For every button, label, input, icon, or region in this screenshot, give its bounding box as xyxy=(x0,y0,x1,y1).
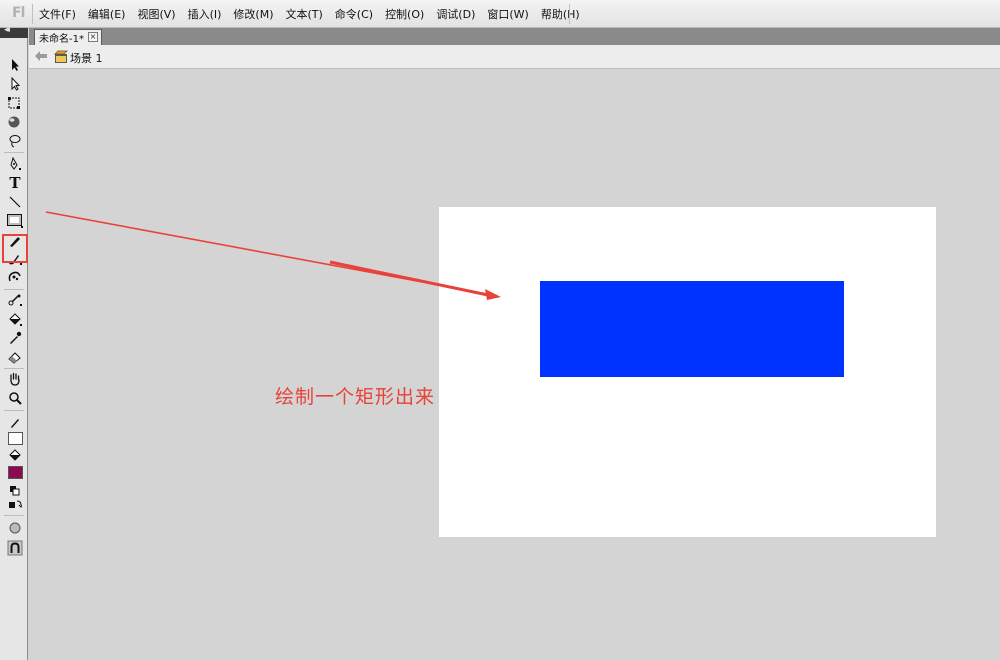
eyedropper-icon xyxy=(10,331,22,344)
close-icon[interactable]: × xyxy=(88,32,98,42)
swap-colors-icon xyxy=(9,500,22,508)
sphere-icon xyxy=(8,116,20,128)
eyedropper-tool[interactable] xyxy=(4,329,26,347)
lasso-tool[interactable] xyxy=(4,132,26,150)
collapse-icon[interactable]: ◂◂ xyxy=(4,25,10,35)
tools-panel: ◂◂ T xyxy=(0,25,28,660)
rectangle-icon xyxy=(7,214,23,228)
hand-tool[interactable] xyxy=(4,370,26,388)
menu-text[interactable]: 文本(T) xyxy=(279,6,328,22)
stroke-color-swatch[interactable] xyxy=(4,429,26,447)
menu-items: 文件(F) 编辑(E) 视图(V) 插入(I) 修改(M) 文本(T) 命令(C… xyxy=(33,0,586,28)
transform-icon xyxy=(8,97,20,109)
free-transform-tool[interactable] xyxy=(4,94,26,112)
snap-to-objects-button[interactable] xyxy=(4,539,26,557)
line-tool[interactable] xyxy=(4,193,26,211)
menu-modify[interactable]: 修改(M) xyxy=(227,6,279,22)
magnifier-icon xyxy=(9,392,22,405)
tool-separator xyxy=(4,152,24,153)
menu-debug[interactable]: 调试(D) xyxy=(430,6,481,22)
eraser-tool[interactable] xyxy=(4,348,26,366)
tools-panel-header[interactable]: ◂◂ xyxy=(0,25,28,38)
selection-tool[interactable] xyxy=(4,56,26,74)
line-icon xyxy=(9,196,21,208)
hollow-arrow-icon xyxy=(11,77,21,91)
fill-color-tool[interactable] xyxy=(4,446,26,464)
hand-icon xyxy=(10,372,20,386)
tool-separator xyxy=(4,368,24,369)
3d-rotation-tool[interactable] xyxy=(4,113,26,131)
pen-tool[interactable] xyxy=(4,155,26,173)
scene-label[interactable]: 场景 1 xyxy=(70,50,103,66)
magnet-icon xyxy=(7,540,23,556)
pen-icon xyxy=(10,156,21,170)
scene-icon xyxy=(54,50,68,63)
selected-tool-highlight xyxy=(2,234,28,263)
subselection-tool[interactable] xyxy=(4,75,26,93)
tool-separator xyxy=(4,410,24,411)
menu-window[interactable]: 窗口(W) xyxy=(481,6,534,22)
menu-view[interactable]: 视图(V) xyxy=(131,6,181,22)
edit-bar: 场景 1 xyxy=(29,45,1000,69)
fill-bucket-icon xyxy=(9,449,21,461)
menu-file[interactable]: 文件(F) xyxy=(33,6,82,22)
menu-edit[interactable]: 编辑(E) xyxy=(82,6,132,22)
object-drawing-button[interactable] xyxy=(4,519,26,537)
stroke-swatch xyxy=(7,431,23,445)
app-logo: Fl xyxy=(12,5,25,21)
text-tool-icon: T xyxy=(9,174,21,192)
zoom-tool[interactable] xyxy=(4,389,26,407)
lasso-icon xyxy=(9,135,21,148)
eraser-icon xyxy=(8,352,21,364)
menu-insert[interactable]: 插入(I) xyxy=(182,6,228,22)
fill-color-swatch[interactable] xyxy=(4,463,26,481)
menu-commands[interactable]: 命令(C) xyxy=(329,6,379,22)
drawn-rectangle[interactable] xyxy=(540,281,844,377)
tool-separator xyxy=(4,515,24,516)
document-tab-strip: 未命名-1* × xyxy=(29,28,1000,45)
object-drawing-icon xyxy=(9,522,21,534)
paint-bucket-tool[interactable] xyxy=(4,310,26,328)
deco-icon xyxy=(8,271,21,282)
tool-separator xyxy=(4,289,24,290)
bone-tool[interactable] xyxy=(4,291,26,309)
stroke-pencil-icon xyxy=(11,419,19,428)
swap-colors-button[interactable] xyxy=(4,496,26,514)
document-tab-label: 未命名-1* xyxy=(39,34,84,45)
paint-bucket-icon xyxy=(9,312,22,326)
menu-bar: Fl 文件(F) 编辑(E) 视图(V) 插入(I) 修改(M) 文本(T) 命… xyxy=(0,0,1000,28)
back-arrow-icon[interactable] xyxy=(34,50,48,62)
menu-control[interactable]: 控制(O) xyxy=(379,6,430,22)
fill-swatch xyxy=(7,465,23,479)
menu-separator xyxy=(569,4,570,24)
bone-icon xyxy=(8,294,22,306)
text-tool[interactable]: T xyxy=(4,174,26,192)
deco-tool[interactable] xyxy=(4,268,26,286)
menu-help[interactable]: 帮助(H) xyxy=(535,6,586,22)
rectangle-tool[interactable] xyxy=(4,212,26,230)
document-tab[interactable]: 未命名-1* × xyxy=(34,29,102,45)
arrow-icon xyxy=(12,59,19,71)
annotation-text: 绘制一个矩形出来 xyxy=(275,386,436,408)
